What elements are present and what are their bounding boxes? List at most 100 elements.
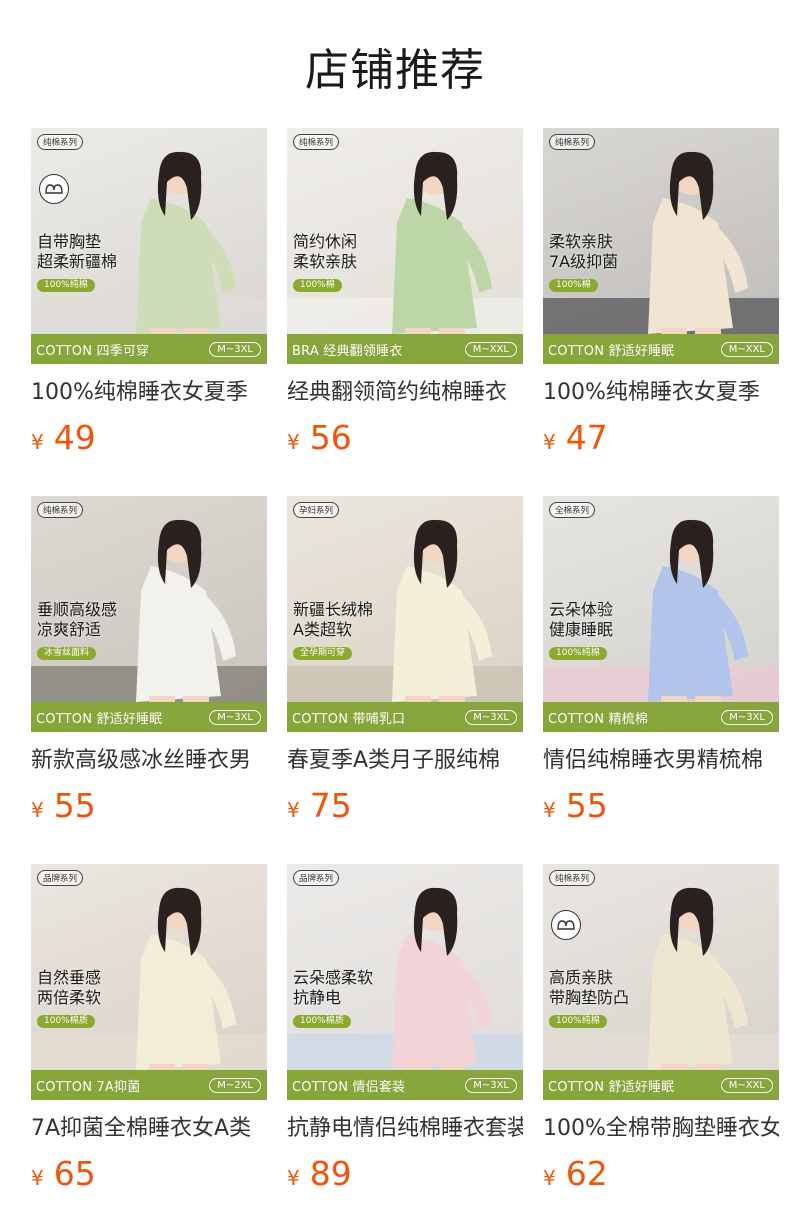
- product-price: ¥55: [31, 786, 267, 825]
- feature-strip: COTTON 舒适好睡眠 M~XXL: [543, 1070, 779, 1100]
- feature-strip-text: COTTON 舒适好睡眠: [548, 343, 675, 359]
- promo-headline: 高质亲肤 带胸垫防凸 100%纯棉: [549, 968, 629, 1028]
- promo-headline-line-1: 新疆长绒棉: [293, 600, 374, 619]
- product-title[interactable]: 100%纯棉睡衣女夏季: [543, 378, 779, 408]
- feature-strip: COTTON 舒适好睡眠 M~XXL: [543, 334, 779, 364]
- promo-headline-line-2: A类超软: [293, 620, 352, 639]
- product-price: ¥55: [543, 786, 779, 825]
- product-card[interactable]: 纯棉系列 柔软亲肤 7A级抑菌 100%棉 COTTON 舒适好睡眠 M~XXL 100%纯…: [543, 128, 779, 457]
- product-price: ¥89: [287, 1154, 523, 1193]
- product-card[interactable]: 孕妇系列新疆长绒棉 A类超软全孕期可穿 COTTON 带哺乳口 M~3XL 春夏季A类月…: [287, 496, 523, 825]
- product-card[interactable]: 品牌系列 自然垂感 两倍柔软 100%棉质 COTTON 7A抑菌 M~2XL 7A抑菌全棉…: [31, 864, 267, 1193]
- size-range-badge: M~3XL: [465, 709, 517, 725]
- material-pill: 100%棉: [549, 279, 598, 292]
- currency-symbol: ¥: [543, 430, 556, 454]
- price-value: 49: [53, 418, 96, 457]
- product-image[interactable]: 纯棉系列 柔软亲肤 7A级抑菌 100%棉 COTTON 舒适好睡眠 M~XXL: [543, 128, 779, 364]
- promo-headline-line-1: 高质亲肤: [549, 968, 614, 987]
- product-title[interactable]: 100%纯棉睡衣女夏季: [31, 378, 267, 408]
- series-badge: 纯棉系列: [549, 870, 596, 886]
- series-badge: 孕妇系列: [293, 502, 340, 518]
- feature-strip-text: COTTON 精梳棉: [548, 711, 649, 727]
- series-badge: 全棉系列: [549, 502, 596, 518]
- promo-headline-line-2: 7A级抑菌: [549, 252, 619, 271]
- series-badge: 纯棉系列: [293, 134, 340, 150]
- promo-headline-line-2: 超柔新疆棉: [37, 252, 118, 271]
- promo-headline-line-1: 云朵体验: [549, 600, 614, 619]
- promo-headline-line-1: 简约休闲: [293, 232, 358, 251]
- promo-headline: 垂顺高级感 凉爽舒适冰雪丝面料: [37, 600, 117, 660]
- material-pill: 冰雪丝面料: [37, 647, 97, 660]
- product-price: ¥65: [31, 1154, 267, 1193]
- material-pill: 100%纯棉: [549, 647, 607, 660]
- feature-strip-text: COTTON 舒适好睡眠: [36, 711, 163, 727]
- series-badge: 纯棉系列: [37, 134, 84, 150]
- product-image[interactable]: 纯棉系列高质亲肤 带胸垫防凸 100%纯棉 COTTON 舒适好睡眠 M~XXL: [543, 864, 779, 1100]
- product-card[interactable]: 纯棉系列自带胸垫 超柔新疆棉 100%纯棉 COTTON 四季可穿 M~3XL 100%纯…: [31, 128, 267, 457]
- price-value: 56: [309, 418, 352, 457]
- promo-headline: 简约休闲 柔软亲肤 100%棉: [293, 232, 357, 292]
- currency-symbol: ¥: [543, 1166, 556, 1190]
- product-title[interactable]: 情侣纯棉睡衣男精梳棉: [543, 746, 779, 776]
- promo-headline-line-1: 垂顺高级感: [37, 600, 118, 619]
- product-card[interactable]: 纯棉系列简约休闲 柔软亲肤 100%棉 BRA 经典翻领睡衣 M~XXL 经典翻领简约纯棉…: [287, 128, 523, 457]
- feature-strip: COTTON 带哺乳口 M~3XL: [287, 702, 523, 732]
- size-range-badge: M~3XL: [209, 709, 261, 725]
- promo-headline-line-2: 凉爽舒适: [37, 620, 102, 639]
- product-card[interactable]: 品牌系列 云朵感柔软 抗静电 100%棉质 COTTON 情侣套装 M~3XL 抗静电情侣纯…: [287, 864, 523, 1193]
- product-title[interactable]: 春夏季A类月子服纯棉: [287, 746, 523, 776]
- product-title[interactable]: 抗静电情侣纯棉睡衣套装: [287, 1114, 523, 1144]
- material-pill: 100%纯棉: [37, 279, 95, 292]
- product-title[interactable]: 新款高级感冰丝睡衣男: [31, 746, 267, 776]
- currency-symbol: ¥: [31, 430, 44, 454]
- promo-headline-line-1: 云朵感柔软: [293, 968, 374, 987]
- product-card[interactable]: 全棉系列 云朵体验 健康睡眠 100%纯棉 COTTON 精梳棉 M~3XL 情侣纯棉睡衣男…: [543, 496, 779, 825]
- price-value: 75: [309, 786, 352, 825]
- product-image[interactable]: 纯棉系列自带胸垫 超柔新疆棉 100%纯棉 COTTON 四季可穿 M~3XL: [31, 128, 267, 364]
- product-title[interactable]: 7A抑菌全棉睡衣女A类: [31, 1114, 267, 1144]
- promo-headline-line-2: 柔软亲肤: [293, 252, 358, 271]
- feature-strip-text: BRA 经典翻领睡衣: [292, 343, 403, 359]
- product-image[interactable]: 纯棉系列简约休闲 柔软亲肤 100%棉 BRA 经典翻领睡衣 M~XXL: [287, 128, 523, 364]
- promo-headline: 新疆长绒棉 A类超软全孕期可穿: [293, 600, 373, 660]
- feature-strip: COTTON 情侣套装 M~3XL: [287, 1070, 523, 1100]
- feature-strip-text: COTTON 7A抑菌: [36, 1079, 141, 1095]
- product-title[interactable]: 100%全棉带胸垫睡衣女: [543, 1114, 779, 1144]
- product-price: ¥47: [543, 418, 779, 457]
- feature-strip-text: COTTON 舒适好睡眠: [548, 1079, 675, 1095]
- feature-strip: BRA 经典翻领睡衣 M~XXL: [287, 334, 523, 364]
- currency-symbol: ¥: [287, 430, 300, 454]
- product-image[interactable]: 全棉系列 云朵体验 健康睡眠 100%纯棉 COTTON 精梳棉 M~3XL: [543, 496, 779, 732]
- promo-headline-line-1: 自带胸垫: [37, 232, 102, 251]
- product-price: ¥49: [31, 418, 267, 457]
- promo-headline-line-2: 带胸垫防凸: [549, 988, 630, 1007]
- product-image[interactable]: 纯棉系列 垂顺高级感 凉爽舒适 冰雪丝面料 COTTON 舒适好睡眠 M~3XL: [31, 496, 267, 732]
- series-badge: 品牌系列: [37, 870, 84, 886]
- currency-symbol: ¥: [287, 798, 300, 822]
- currency-symbol: ¥: [31, 1166, 44, 1190]
- currency-symbol: ¥: [31, 798, 44, 822]
- price-value: 89: [309, 1154, 352, 1193]
- page-title: 店铺推荐: [305, 45, 485, 96]
- feature-strip: COTTON 7A抑菌 M~2XL: [31, 1070, 267, 1100]
- size-range-badge: M~3XL: [465, 1077, 517, 1093]
- product-image[interactable]: 品牌系列 云朵感柔软 抗静电 100%棉质 COTTON 情侣套装 M~3XL: [287, 864, 523, 1100]
- feature-strip-text: COTTON 情侣套装: [292, 1079, 406, 1095]
- product-image[interactable]: 孕妇系列新疆长绒棉 A类超软全孕期可穿 COTTON 带哺乳口 M~3XL: [287, 496, 523, 732]
- product-card[interactable]: 纯棉系列高质亲肤 带胸垫防凸 100%纯棉 COTTON 舒适好睡眠 M~XXL 100%…: [543, 864, 779, 1193]
- product-title[interactable]: 经典翻领简约纯棉睡衣: [287, 378, 523, 408]
- currency-symbol: ¥: [287, 1166, 300, 1190]
- promo-headline-line-2: 抗静电: [293, 988, 342, 1007]
- feature-strip: COTTON 舒适好睡眠 M~3XL: [31, 702, 267, 732]
- feature-strip-text: COTTON 四季可穿: [36, 343, 150, 359]
- size-range-badge: M~2XL: [209, 1077, 261, 1093]
- material-pill: 100%棉质: [37, 1015, 95, 1028]
- product-image[interactable]: 品牌系列 自然垂感 两倍柔软 100%棉质 COTTON 7A抑菌 M~2XL: [31, 864, 267, 1100]
- size-range-badge: M~3XL: [209, 341, 261, 357]
- price-value: 55: [565, 786, 608, 825]
- product-card[interactable]: 纯棉系列 垂顺高级感 凉爽舒适 冰雪丝面料 COTTON 舒适好睡眠 M~3XL 新款高级感…: [31, 496, 267, 825]
- bra-pad-icon: [39, 174, 69, 204]
- product-price: ¥62: [543, 1154, 779, 1193]
- material-pill: 全孕期可穿: [293, 647, 353, 660]
- feature-strip: COTTON 精梳棉 M~3XL: [543, 702, 779, 732]
